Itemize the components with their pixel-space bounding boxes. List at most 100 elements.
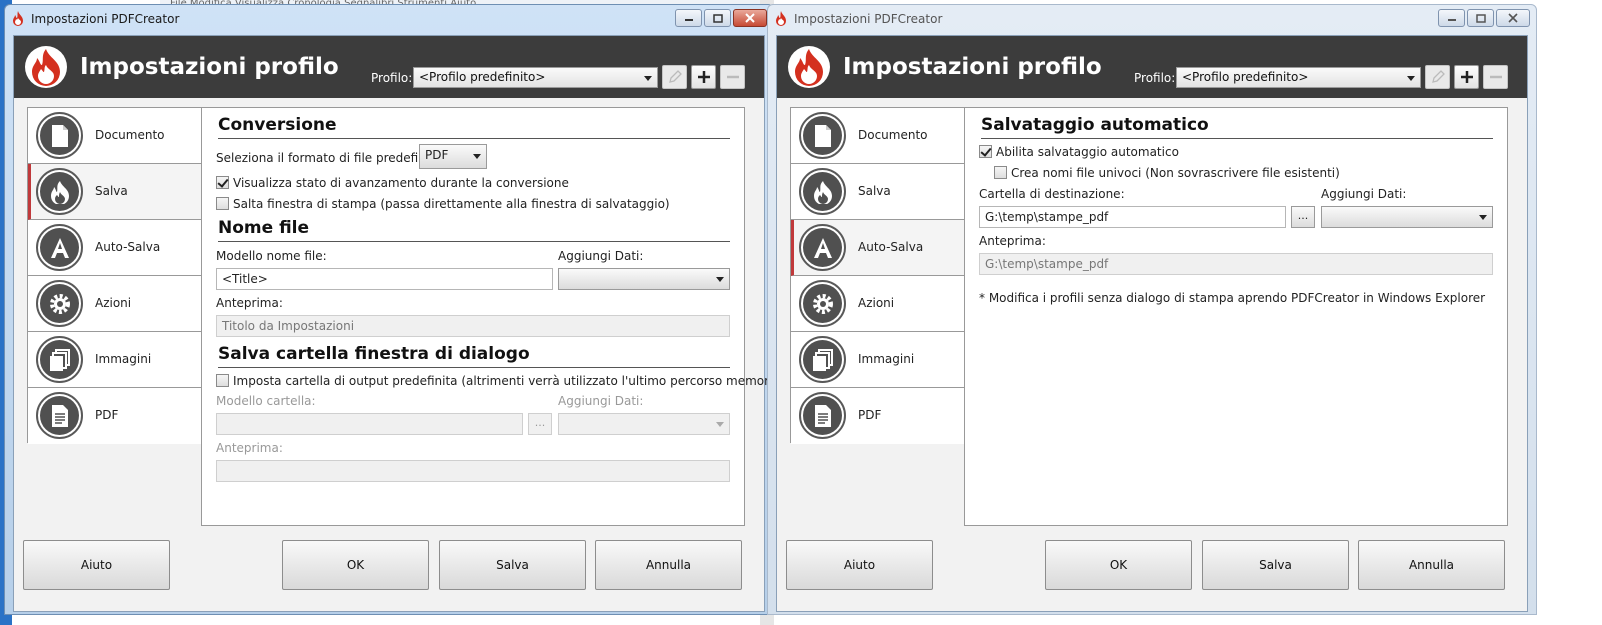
nav-item-pdf[interactable]: PDF: [791, 388, 964, 444]
folder-preview-label: Anteprima:: [216, 441, 283, 455]
save-button[interactable]: Salva: [1202, 540, 1349, 590]
add-data-dropdown[interactable]: [1321, 206, 1493, 228]
document-icon: [814, 124, 831, 147]
rename-profile-button[interactable]: [1425, 65, 1450, 89]
nav-item-azioni[interactable]: Azioni: [28, 276, 201, 332]
close-icon: [1508, 13, 1518, 23]
remove-profile-button[interactable]: [720, 65, 745, 89]
profile-dropdown[interactable]: <Profilo predefinito>: [1176, 67, 1421, 88]
destination-folder-input[interactable]: G:\temp\stampe_pdf: [979, 206, 1286, 228]
nav-item-auto-salva[interactable]: Auto-Salva: [791, 220, 964, 276]
chevron-down-icon: [1407, 76, 1415, 81]
maximize-button[interactable]: [1467, 9, 1494, 27]
nav-item-auto-salva[interactable]: Auto-Salva: [28, 220, 201, 276]
ok-button[interactable]: OK: [282, 540, 429, 590]
title-bar[interactable]: Impostazioni PDFCreator: [5, 5, 773, 33]
help-button[interactable]: Aiuto: [23, 540, 170, 590]
nav-label: Auto-Salva: [95, 240, 161, 254]
minimize-button[interactable]: [675, 9, 702, 27]
pencil-icon: [668, 70, 682, 83]
close-icon: [745, 13, 755, 23]
ok-button[interactable]: OK: [1045, 540, 1192, 590]
save-settings-panel: Conversione Seleziona il formato di file…: [201, 107, 773, 526]
skip-print-dialog-checkbox[interactable]: [216, 197, 229, 210]
cancel-button[interactable]: Annulla: [1358, 540, 1505, 590]
section-title-conversione: Conversione: [218, 115, 337, 135]
default-output-checkbox[interactable]: [216, 374, 229, 387]
remove-profile-button[interactable]: [1483, 65, 1508, 89]
profile-value: <Profilo predefinito>: [419, 70, 546, 84]
nav-label: Auto-Salva: [858, 240, 924, 254]
nav-label: Salva: [858, 184, 891, 198]
gear-icon: [812, 293, 833, 314]
browse-folder-button[interactable]: ...: [1291, 206, 1315, 228]
header-bar: Impostazioni profilo Profilo: <Profilo p…: [14, 36, 764, 98]
browse-folder-button[interactable]: ...: [528, 413, 552, 435]
nav-item-immagini[interactable]: Immagini: [791, 332, 964, 388]
chevron-down-icon: [1479, 215, 1487, 220]
unique-names-checkbox[interactable]: [994, 166, 1007, 179]
filename-template-input[interactable]: <Title>: [216, 268, 553, 290]
title-bar[interactable]: Impostazioni PDFCreator: [768, 5, 1536, 33]
section-divider: [218, 138, 730, 139]
profile-dropdown[interactable]: <Profilo predefinito>: [413, 67, 658, 88]
pdf-document-icon: [814, 404, 831, 427]
close-button[interactable]: [1496, 9, 1530, 27]
enable-autosave-checkbox[interactable]: [979, 145, 992, 158]
window-title: Impostazioni PDFCreator: [794, 12, 943, 26]
format-value: PDF: [425, 148, 449, 162]
nav-item-azioni[interactable]: Azioni: [791, 276, 964, 332]
add-data-dropdown[interactable]: [558, 268, 730, 290]
nav-item-salva[interactable]: Salva: [791, 164, 964, 220]
add-profile-button[interactable]: [691, 65, 716, 89]
rename-profile-button[interactable]: [662, 65, 687, 89]
format-dropdown[interactable]: PDF: [419, 144, 487, 169]
section-divider: [218, 241, 730, 242]
folder-add-data-label: Aggiungi Dati:: [558, 394, 644, 408]
images-icon: [49, 348, 70, 371]
settings-nav: Documento Salva Auto-Salva Azioni Immagi…: [27, 107, 202, 444]
nav-label: Azioni: [858, 296, 895, 310]
nav-item-documento[interactable]: Documento: [791, 108, 964, 164]
pdfcreator-flame-icon: [776, 11, 786, 26]
nav-item-pdf[interactable]: PDF: [28, 388, 201, 444]
folder-template-input[interactable]: [216, 413, 523, 435]
format-label: Seleziona il formato di file predefinito…: [216, 151, 446, 165]
background-window-right: [1548, 0, 1602, 625]
save-button[interactable]: Salva: [439, 540, 586, 590]
unique-names-label: Crea nomi file univoci (Non sovrascriver…: [1011, 166, 1340, 180]
enable-autosave-label: Abilita salvataggio automatico: [996, 145, 1179, 159]
plus-icon: [1460, 71, 1473, 83]
profile-label: Profilo:: [1134, 71, 1176, 85]
folder-preview-field: [216, 460, 730, 482]
nav-item-immagini[interactable]: Immagini: [28, 332, 201, 388]
cancel-button[interactable]: Annulla: [595, 540, 742, 590]
flame-icon: [813, 180, 832, 204]
settings-window-right: Impostazioni PDFCreator Impostazioni pro…: [767, 4, 1537, 615]
folder-add-data-dropdown[interactable]: [558, 413, 730, 435]
section-title-nome-file: Nome file: [218, 218, 310, 238]
minimize-button[interactable]: [1438, 9, 1465, 27]
section-title-salva-cartella: Salva cartella finestra di dialogo: [218, 344, 530, 364]
add-data-label: Aggiungi Dati:: [1321, 187, 1407, 201]
nav-item-documento[interactable]: Documento: [28, 108, 201, 164]
maximize-button[interactable]: [704, 9, 731, 27]
progress-checkbox[interactable]: [216, 176, 229, 189]
preview-label: Anteprima:: [979, 234, 1046, 248]
explorer-note: * Modifica i profili senza dialogo di st…: [979, 291, 1486, 305]
settings-nav: Documento Salva Auto-Salva Azioni Immagi…: [790, 107, 965, 444]
minus-icon: [1489, 75, 1502, 79]
close-button[interactable]: [733, 9, 767, 27]
pdf-document-icon: [51, 404, 68, 427]
pdfcreator-flame-icon: [13, 11, 23, 26]
pencil-icon: [1431, 70, 1445, 83]
add-profile-button[interactable]: [1454, 65, 1479, 89]
maximize-icon: [712, 13, 723, 23]
section-divider: [981, 138, 1493, 139]
maximize-icon: [1475, 13, 1486, 23]
help-button[interactable]: Aiuto: [786, 540, 933, 590]
minimize-icon: [1447, 19, 1456, 21]
nav-label: PDF: [858, 408, 882, 422]
nav-item-salva[interactable]: Salva: [28, 164, 201, 220]
nav-label: Documento: [95, 128, 165, 142]
